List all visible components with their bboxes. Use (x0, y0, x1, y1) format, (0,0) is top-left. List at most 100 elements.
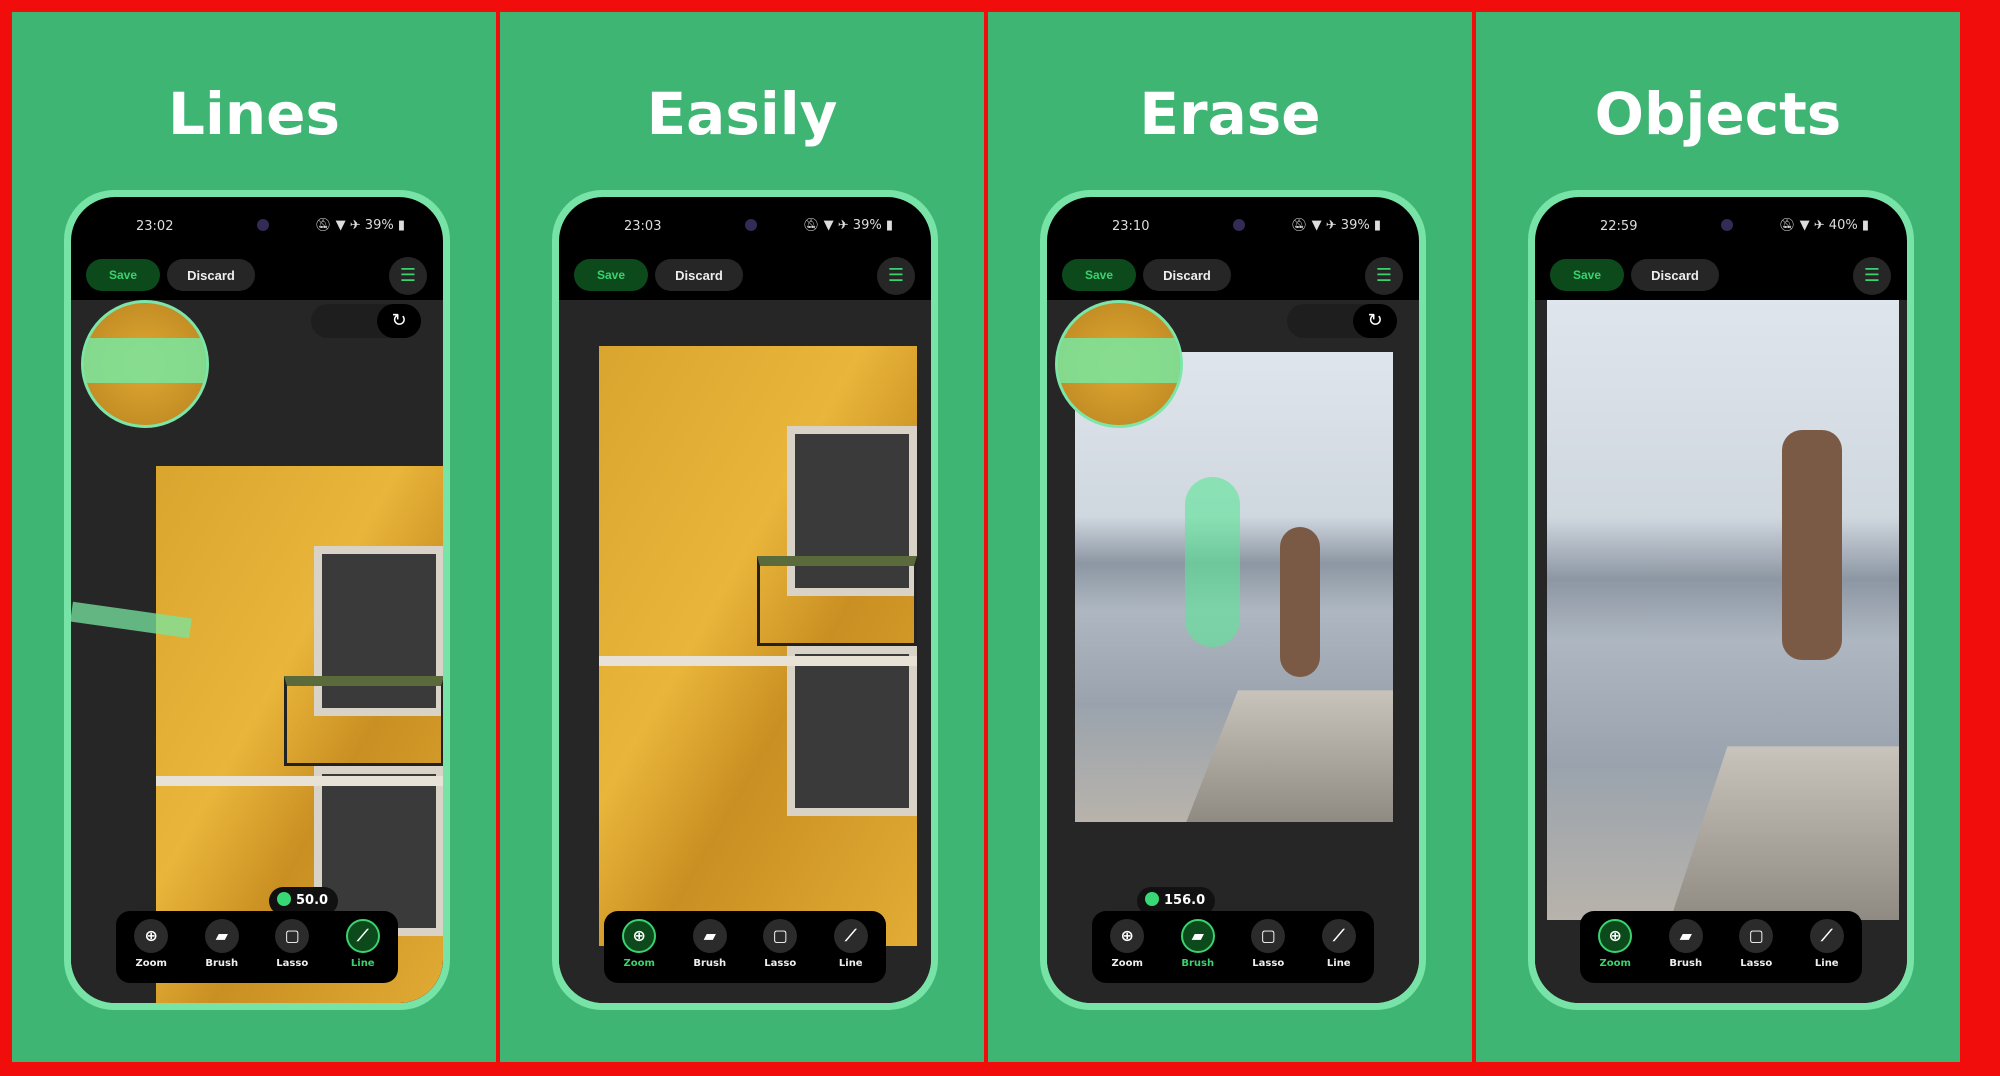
promo-panel: Easily 23:03 🔕︎ ▼ ✈ 39% ▮ Save Discard ☰ ⊕ Zoom… (500, 12, 984, 1062)
airplane-icon: ✈ (837, 218, 853, 233)
discard-button[interactable]: Discard (1143, 259, 1231, 291)
filter-menu-icon[interactable]: ☰ (1365, 257, 1403, 295)
phone-mockup: 23:02 🔕︎ ▼ ✈ 39% ▮ Save Discard ☰ ↻ 50.0 ⊕ Zoom ▰… (64, 190, 450, 1010)
tool-line[interactable]: ⟋ Line (335, 919, 391, 983)
filter-menu-icon[interactable]: ☰ (877, 257, 915, 295)
lasso-icon: ▢ (1251, 919, 1286, 953)
magnifier-preview (81, 300, 209, 428)
status-bar: 22:59 🔕︎ ▼ ✈ 40% ▮ (1535, 215, 1907, 239)
dnd-icon: 🔕︎ (1290, 218, 1312, 233)
lasso-icon: ▢ (1739, 919, 1774, 953)
zoom-in-icon: ⊕ (622, 919, 657, 953)
tool-label: Lasso (764, 958, 797, 969)
phone-screen: 23:02 🔕︎ ▼ ✈ 39% ▮ Save Discard ☰ ↻ 50.0 ⊕ Zoom ▰… (71, 197, 443, 1003)
wifi-icon: ▼ (335, 218, 350, 233)
tool-label: Brush (1181, 958, 1215, 969)
lake-photo[interactable] (1547, 300, 1899, 920)
tool-lasso[interactable]: ▢ Lasso (264, 919, 320, 983)
status-bar: 23:03 🔕︎ ▼ ✈ 39% ▮ (559, 215, 931, 239)
tool-zoom[interactable]: ⊕ Zoom (1099, 919, 1155, 983)
redo-icon[interactable]: ↻ (377, 304, 421, 338)
zoom-in-icon: ⊕ (1110, 919, 1145, 953)
brush-size-value: 50.0 (296, 893, 329, 908)
size-dot (1145, 892, 1159, 906)
editor-canvas[interactable]: ⊕ Zoom ▰ Brush ▢ Lasso ⟋ Line (559, 300, 931, 1003)
wifi-icon: ▼ (1311, 218, 1326, 233)
battery-icon: ▮ (1369, 218, 1381, 233)
brush-size-value: 156.0 (1164, 893, 1206, 908)
eraser-icon: ▰ (204, 919, 239, 953)
tool-brush[interactable]: ▰ Brush (1658, 919, 1714, 983)
tool-label: Lasso (1740, 958, 1773, 969)
top-bar: Save Discard ☰ (1047, 255, 1419, 297)
phone-mockup: 23:03 🔕︎ ▼ ✈ 39% ▮ Save Discard ☰ ⊕ Zoom ▰ Brush… (552, 190, 938, 1010)
save-button[interactable]: Save (86, 259, 160, 291)
save-button[interactable]: Save (1062, 259, 1136, 291)
magnifier-preview (1055, 300, 1183, 428)
tool-lasso[interactable]: ▢ Lasso (1728, 919, 1784, 983)
tool-zoom[interactable]: ⊕ Zoom (1587, 919, 1643, 983)
battery-percent: 39% (364, 218, 394, 233)
tool-label: Zoom (1111, 958, 1143, 969)
zoom-in-icon: ⊕ (134, 919, 169, 953)
promo-title: Erase (1139, 80, 1321, 148)
editor-canvas[interactable]: ↻ 50.0 ⊕ Zoom ▰ Brush ▢ Lasso ⟋ Line (71, 300, 443, 1003)
tool-brush[interactable]: ▰ Brush (1170, 919, 1226, 983)
tool-brush[interactable]: ▰ Brush (194, 919, 250, 983)
top-bar: Save Discard ☰ (559, 255, 931, 297)
tool-label: Zoom (1599, 958, 1631, 969)
filter-menu-icon[interactable]: ☰ (389, 257, 427, 295)
status-icons: 🔕︎ ▼ ✈ 40% ▮ (1779, 218, 1869, 233)
airplane-icon: ✈ (349, 218, 365, 233)
magnified-mask (84, 338, 206, 383)
balcony (757, 556, 917, 646)
tool-lasso[interactable]: ▢ Lasso (752, 919, 808, 983)
editor-canvas[interactable]: ⊕ Zoom ▰ Brush ▢ Lasso ⟋ Line (1535, 300, 1907, 1003)
tool-brush[interactable]: ▰ Brush (682, 919, 738, 983)
tool-line[interactable]: ⟋ Line (1311, 919, 1367, 983)
save-button[interactable]: Save (1550, 259, 1624, 291)
phone-mockup: 23:10 🔕︎ ▼ ✈ 39% ▮ Save Discard ☰ ↻ 156.0 ⊕ Zoom… (1040, 190, 1426, 1010)
redo-icon[interactable]: ↻ (1353, 304, 1397, 338)
window (787, 646, 917, 816)
status-time: 23:02 (136, 219, 174, 234)
save-button[interactable]: Save (574, 259, 648, 291)
editor-canvas[interactable]: ↻ 156.0 ⊕ Zoom ▰ Brush ▢ Lasso ⟋ Line (1047, 300, 1419, 1003)
tool-label: Lasso (1252, 958, 1285, 969)
tool-label: Brush (693, 958, 727, 969)
tool-label: Line (1326, 958, 1351, 969)
filter-menu-icon[interactable]: ☰ (1853, 257, 1891, 295)
tool-label: Line (1814, 958, 1839, 969)
battery-icon: ▮ (1857, 218, 1869, 233)
battery-icon: ▮ (881, 218, 893, 233)
status-bar: 23:02 🔕︎ ▼ ✈ 39% ▮ (71, 215, 443, 239)
battery-percent: 39% (1340, 218, 1370, 233)
eraser-icon: ▰ (1180, 919, 1215, 953)
tool-lasso[interactable]: ▢ Lasso (1240, 919, 1296, 983)
tool-bar: ⊕ Zoom ▰ Brush ▢ Lasso ⟋ Line (1092, 911, 1374, 983)
size-dot (277, 892, 291, 906)
promo-panel: Erase 23:10 🔕︎ ▼ ✈ 39% ▮ Save Discard ☰ ↻ 156.0… (988, 12, 1472, 1062)
zoom-in-icon: ⊕ (1598, 919, 1633, 953)
dnd-icon: 🔕︎ (1778, 218, 1800, 233)
tool-line[interactable]: ⟋ Line (823, 919, 879, 983)
discard-button[interactable]: Discard (1631, 259, 1719, 291)
front-camera (1233, 219, 1245, 231)
promo-title: Easily (646, 80, 838, 148)
discard-button[interactable]: Discard (167, 259, 255, 291)
tool-label: Brush (205, 958, 239, 969)
building-photo[interactable] (599, 346, 917, 946)
tool-line[interactable]: ⟋ Line (1799, 919, 1855, 983)
tool-zoom[interactable]: ⊕ Zoom (611, 919, 667, 983)
battery-percent: 39% (852, 218, 882, 233)
discard-button[interactable]: Discard (655, 259, 743, 291)
tool-bar: ⊕ Zoom ▰ Brush ▢ Lasso ⟋ Line (116, 911, 398, 983)
wifi-icon: ▼ (823, 218, 838, 233)
magnified-mask (1058, 338, 1180, 383)
phone-screen: 23:10 🔕︎ ▼ ✈ 39% ▮ Save Discard ☰ ↻ 156.0 ⊕ Zoom… (1047, 197, 1419, 1003)
eraser-icon: ▰ (692, 919, 727, 953)
top-bar: Save Discard ☰ (71, 255, 443, 297)
tool-zoom[interactable]: ⊕ Zoom (123, 919, 179, 983)
ledge (156, 776, 443, 786)
eraser-icon: ▰ (1668, 919, 1703, 953)
